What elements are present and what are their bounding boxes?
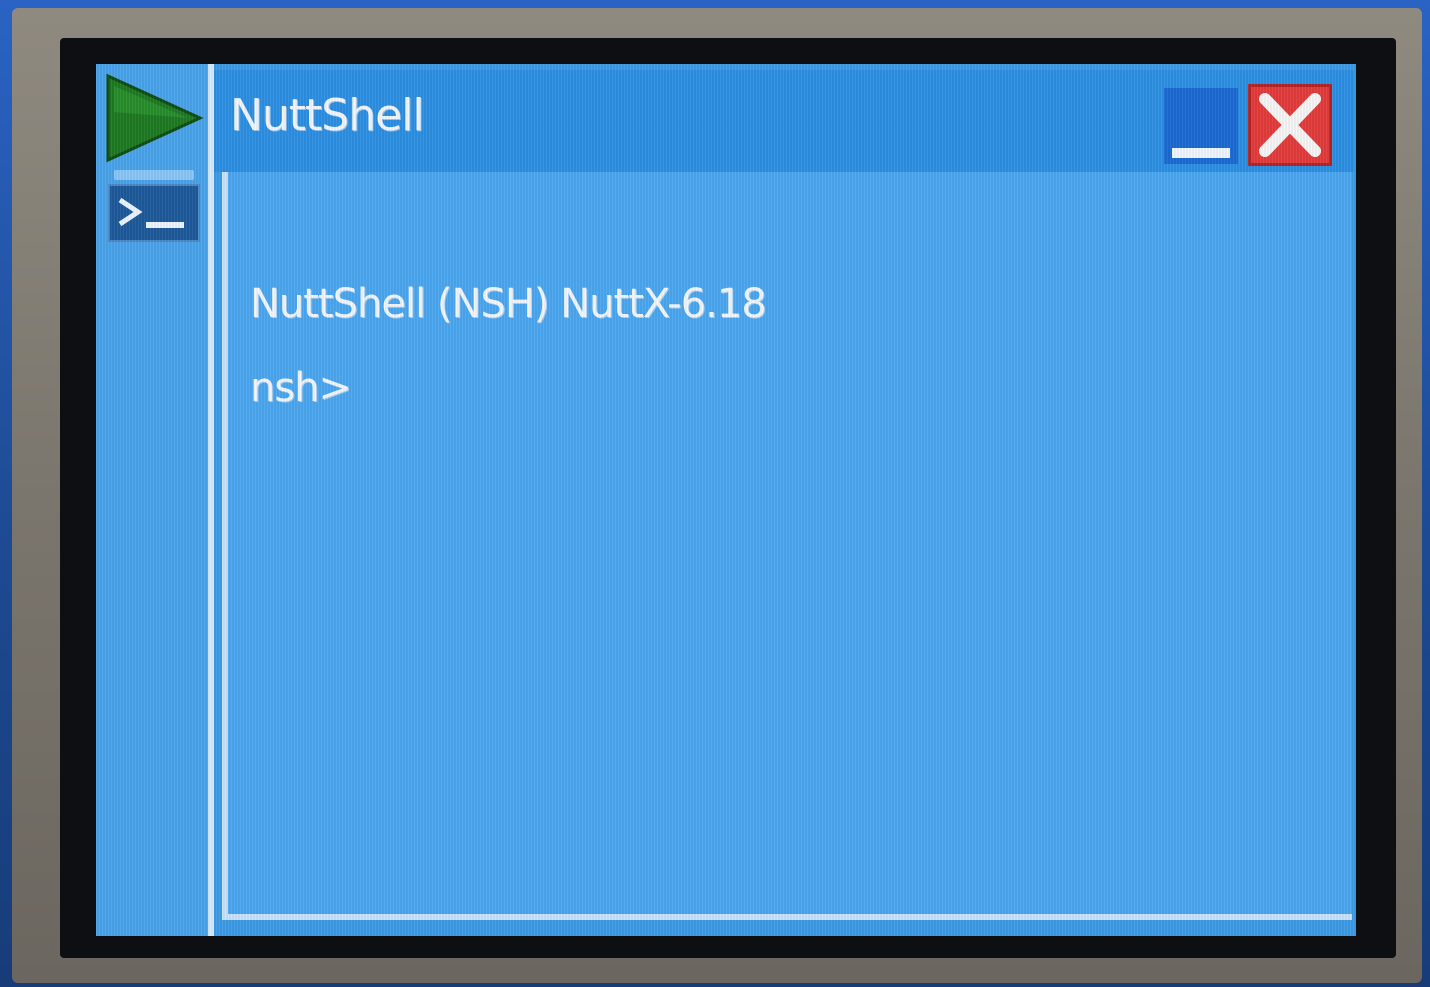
minimize-icon xyxy=(1172,148,1230,158)
terminal-output: NuttShell (NSH) NuttX-6.18 nsh> xyxy=(250,262,767,430)
close-button[interactable] xyxy=(1248,84,1332,166)
nsh-window: NuttShell NuttShell (NSH) NuttX-6.18 nsh… xyxy=(214,64,1356,936)
taskbar xyxy=(96,64,214,936)
terminal-line-banner: NuttShell (NSH) NuttX-6.18 xyxy=(250,281,767,327)
taskbar-item-nsh[interactable] xyxy=(108,166,200,242)
terminal-prompt-icon xyxy=(108,184,200,242)
app-window-bar xyxy=(114,170,194,180)
start-play-icon xyxy=(106,73,204,163)
terminal-prompt[interactable]: nsh> xyxy=(250,346,766,430)
window-title: NuttShell xyxy=(230,90,425,141)
start-button[interactable] xyxy=(104,72,204,164)
minimize-button[interactable] xyxy=(1164,88,1238,164)
close-icon xyxy=(1259,93,1321,157)
terminal-area[interactable]: NuttShell (NSH) NuttX-6.18 nsh> xyxy=(222,172,1352,920)
lcd-screen: NuttShell NuttShell (NSH) NuttX-6.18 nsh… xyxy=(96,64,1356,936)
window-titlebar[interactable]: NuttShell xyxy=(214,70,1354,172)
